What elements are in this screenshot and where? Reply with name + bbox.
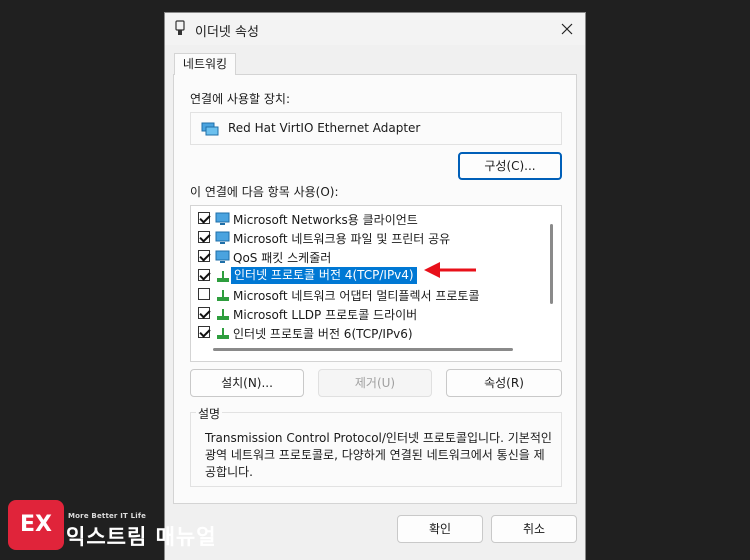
description-group: Transmission Control Protocol/인터넷 프로토콜입니…	[190, 412, 562, 487]
items-label: 이 연결에 다음 항목 사용(O):	[190, 185, 339, 199]
checkbox[interactable]	[198, 307, 210, 319]
list-item-label: Microsoft Networks용 클라이언트	[233, 213, 418, 227]
list-item[interactable]: Microsoft Networks용 클라이언트	[191, 209, 546, 228]
list-item-label: Microsoft 네트워크 어댑터 멀티플렉서 프로토콜	[233, 289, 480, 303]
network-client-icon	[215, 212, 230, 225]
annotation-arrow-icon	[424, 262, 476, 278]
checkbox[interactable]	[198, 288, 210, 300]
adapter-box: Red Hat VirtIO Ethernet Adapter	[190, 112, 562, 145]
close-icon	[561, 23, 573, 35]
list-item-label: 인터넷 프로토콜 버전 4(TCP/IPv4)	[231, 267, 417, 284]
protocol-icon	[217, 290, 229, 301]
uninstall-button[interactable]: 제거(U)	[318, 369, 432, 397]
network-client-icon	[215, 250, 230, 263]
ok-button[interactable]: 확인	[397, 515, 483, 543]
connect-using-label: 연결에 사용할 장치:	[190, 92, 290, 106]
protocol-icon	[217, 309, 229, 320]
protocol-icon	[217, 328, 229, 339]
description-legend: 설명	[196, 405, 223, 422]
checkbox[interactable]	[198, 250, 210, 262]
components-list[interactable]: Microsoft Networks용 클라이언트 Microsoft 네트워크…	[190, 205, 562, 362]
window-title: 이더넷 속성	[195, 25, 259, 40]
networking-panel: 연결에 사용할 장치: Red Hat VirtIO Ethernet Adap…	[173, 74, 577, 504]
checkbox[interactable]	[198, 231, 210, 243]
tab-networking[interactable]: 네트워킹	[174, 53, 236, 75]
protocol-icon	[217, 271, 229, 282]
title-bar: 이더넷 속성	[165, 13, 585, 45]
close-button[interactable]	[549, 13, 585, 45]
network-client-icon	[215, 231, 230, 244]
list-item-label: QoS 패킷 스케줄러	[233, 251, 332, 265]
watermark-logo: EX	[8, 500, 64, 550]
list-item[interactable]: Microsoft LLDP 프로토콜 드라이버	[191, 304, 546, 323]
list-item-label: Microsoft LLDP 프로토콜 드라이버	[233, 308, 418, 322]
watermark-name: 익스트림 매뉴얼	[66, 525, 217, 549]
list-item-label: Microsoft 네트워크용 파일 및 프린터 공유	[233, 232, 451, 246]
description-text: Transmission Control Protocol/인터넷 프로토콜입니…	[205, 431, 552, 479]
properties-button[interactable]: 속성(R)	[446, 369, 562, 397]
watermark-tagline: More Better IT Life	[68, 512, 147, 520]
checkbox[interactable]	[198, 326, 210, 338]
list-item-label: 인터넷 프로토콜 버전 6(TCP/IPv6)	[233, 327, 413, 341]
list-item[interactable]: 인터넷 프로토콜 버전 6(TCP/IPv6)	[191, 323, 546, 342]
list-item[interactable]: Microsoft 네트워크 어댑터 멀티플렉서 프로토콜	[191, 285, 546, 304]
configure-button[interactable]: 구성(C)...	[458, 152, 562, 180]
cancel-button[interactable]: 취소	[491, 515, 577, 543]
network-adapter-icon	[201, 122, 219, 136]
checkbox[interactable]	[198, 269, 210, 281]
horizontal-scrollbar[interactable]	[213, 348, 513, 351]
properties-dialog: 이더넷 속성 네트워킹 연결에 사용할 장치: Red Hat VirtIO E…	[164, 12, 586, 560]
adapter-name: Red Hat VirtIO Ethernet Adapter	[228, 121, 421, 135]
checkbox[interactable]	[198, 212, 210, 224]
ethernet-icon	[175, 20, 185, 35]
list-item[interactable]: Microsoft 네트워크용 파일 및 프린터 공유	[191, 228, 546, 247]
install-button[interactable]: 설치(N)...	[190, 369, 304, 397]
